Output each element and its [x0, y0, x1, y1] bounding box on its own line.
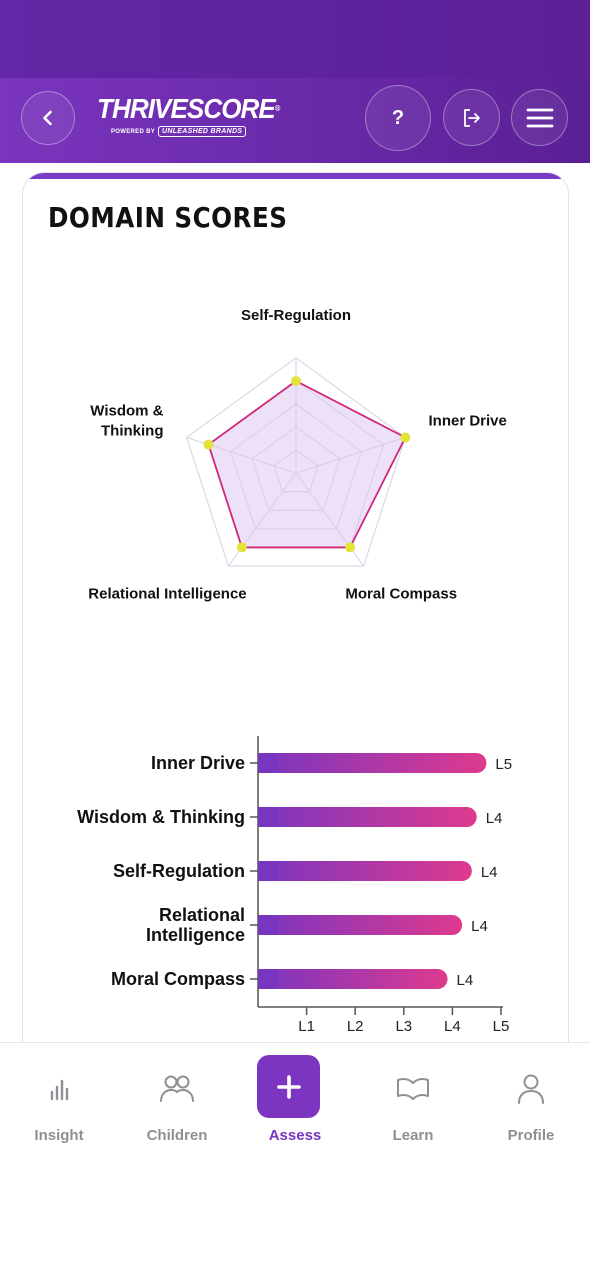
bar-value-label-inner-drive: L5 — [495, 756, 512, 773]
bar-value-label-wisdom-and-thinking: L4 — [486, 810, 503, 827]
nav-insight[interactable]: Insight — [0, 1043, 118, 1163]
app-header: THRIVESCORE® POWERED BY UNLEASHED BRANDS… — [0, 78, 590, 163]
bar-chart: L1 L2 L3 L4 L5 L5 Inner Drive L4 Wisdom & Thinki… — [77, 736, 512, 1035]
bar-base-wisdom-and-thinking — [258, 807, 278, 827]
bar-self-regulation — [258, 861, 472, 881]
status-bar — [0, 0, 590, 78]
bar-value-label-self-regulation: L4 — [481, 864, 498, 881]
logout-icon — [463, 108, 480, 127]
nav-label-learn: Learn — [392, 1127, 434, 1144]
bar-value-label-relational-intelligence: L4 — [471, 918, 488, 935]
book-open-icon — [397, 1078, 429, 1100]
menu-button[interactable] — [511, 89, 568, 146]
bar-category-label-relational-intelligence: Relational Intelligence — [146, 905, 245, 945]
bar-category-label-inner-drive: Inner Drive — [151, 753, 245, 773]
x-tick-label-l5: L5 — [493, 1018, 510, 1035]
x-tick-label-l2: L2 — [347, 1018, 364, 1035]
nav-label-children: Children — [146, 1127, 208, 1144]
x-tick-label-l3: L3 — [395, 1018, 412, 1035]
plus-icon — [276, 1074, 301, 1099]
bar-chart-icon — [50, 1079, 69, 1101]
bar-category-label-moral-compass: Moral Compass — [111, 969, 245, 989]
bar-base-moral-compass — [258, 969, 278, 989]
bar-base-relational-intelligence — [258, 915, 278, 935]
logo-text: THRIVESCORE — [97, 93, 276, 124]
bar-base-inner-drive — [258, 753, 278, 773]
thrivescore-logo: THRIVESCORE® POWERED BY UNLEASHED BRANDS — [97, 94, 280, 140]
hamburger-menu-icon — [526, 108, 553, 127]
help-label: ? — [391, 106, 405, 129]
bar-category-label-wisdom-and-thinking: Wisdom & Thinking — [77, 807, 245, 827]
nav-label-assess: Assess — [268, 1127, 322, 1144]
bar-base-self-regulation — [258, 861, 278, 881]
assess-button[interactable] — [257, 1055, 320, 1118]
bottom-nav: Insight Children Assess Learn Profile — [0, 1042, 590, 1281]
people-icon — [160, 1075, 194, 1102]
logo-powered-by: POWERED BY — [111, 128, 156, 135]
help-button[interactable]: ? — [365, 85, 431, 151]
bar-value-label-moral-compass: L4 — [457, 972, 474, 989]
domain-scores-card: DOMAIN SCORES Self-Regulation Inner Drive… — [22, 172, 569, 1072]
person-icon — [518, 1074, 544, 1104]
nav-assess[interactable]: Assess — [236, 1043, 354, 1163]
bar-relational-intelligence — [258, 915, 463, 935]
logo-registered-mark: ® — [274, 104, 280, 113]
logout-button[interactable] — [443, 89, 500, 146]
nav-profile[interactable]: Profile — [472, 1043, 590, 1163]
back-button[interactable] — [21, 91, 75, 145]
bar-wisdom-and-thinking — [258, 807, 477, 827]
nav-learn[interactable]: Learn — [354, 1043, 472, 1163]
nav-children[interactable]: Children — [118, 1043, 236, 1163]
nav-label-insight: Insight — [34, 1127, 84, 1144]
chevron-left-icon — [43, 110, 52, 126]
nav-label-profile: Profile — [507, 1127, 555, 1144]
bar-moral-compass — [258, 969, 448, 989]
logo-brand: UNLEASHED BRANDS — [158, 126, 247, 137]
bar-category-label-self-regulation: Self-Regulation — [113, 861, 245, 881]
x-tick-label-l4: L4 — [444, 1018, 461, 1035]
bar-inner-drive — [258, 753, 487, 773]
x-tick-label-l1: L1 — [298, 1018, 315, 1035]
